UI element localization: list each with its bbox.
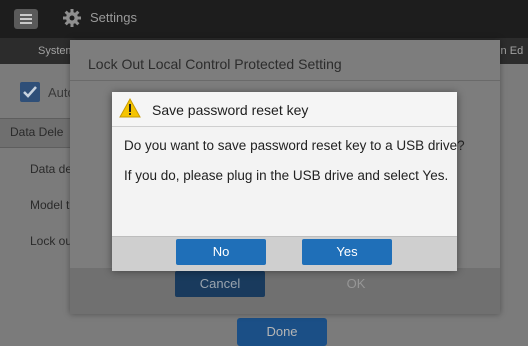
auto-checkbox[interactable] [20,82,40,102]
hamburger-icon[interactable] [14,9,38,29]
no-button[interactable]: No [176,239,266,265]
section-title: Data Dele [10,125,64,139]
lockout-dialog-footer [70,268,500,314]
lockout-dialog-title: Lock Out Local Control Protected Setting [88,56,342,72]
gear-icon [62,8,82,28]
dialog-divider [70,80,500,81]
reset-key-dialog-footer [112,236,457,271]
warning-icon [119,97,141,118]
setting-row-label: Lock ou [30,234,73,248]
done-button[interactable]: Done [237,318,327,346]
app-title: Settings [90,10,137,25]
checkmark-icon [23,86,37,98]
dialog-message: Do you want to save password reset key t… [124,138,465,153]
ok-button[interactable]: OK [312,271,400,297]
cancel-button[interactable]: Cancel [175,271,265,297]
dialog-message: If you do, please plug in the USB drive … [124,168,449,183]
yes-button[interactable]: Yes [302,239,392,265]
reset-key-dialog-title: Save password reset key [152,102,309,118]
setting-row-label: Model t [30,198,70,212]
setting-row-label: Data de [30,162,73,176]
